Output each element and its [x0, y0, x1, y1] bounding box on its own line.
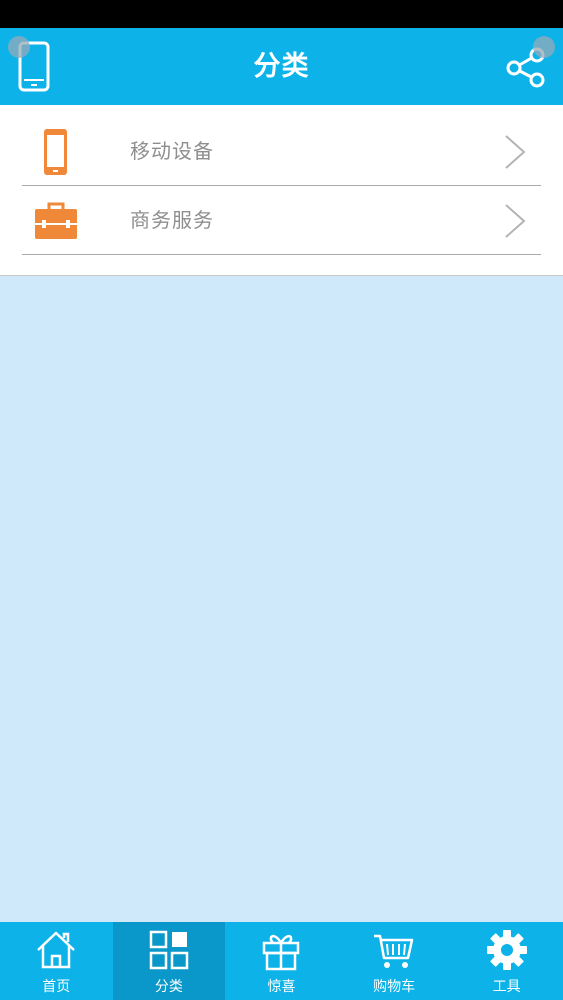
- tab-label: 分类: [154, 979, 183, 995]
- category-list: 移动设备 商务服务: [0, 105, 563, 276]
- tab-surprise[interactable]: 惊喜: [225, 922, 338, 1000]
- gift-icon: [263, 935, 300, 971]
- home-icon: [37, 931, 76, 969]
- tab-cart[interactable]: 购物车: [338, 922, 451, 1000]
- status-bar: [0, 0, 563, 28]
- chevron-right-icon: [505, 135, 526, 169]
- app-header: 分类: [0, 28, 563, 105]
- tab-category[interactable]: 分类: [112, 922, 226, 1000]
- cart-icon: [374, 934, 414, 968]
- gear-icon: [486, 930, 527, 970]
- tab-label: 首页: [42, 979, 71, 995]
- floating-dot-left: [8, 36, 30, 58]
- tab-label: 购物车: [373, 979, 416, 995]
- page-title: 分类: [253, 51, 310, 82]
- grid-icon: [149, 930, 189, 970]
- tab-tools[interactable]: 工具: [450, 922, 563, 1000]
- tab-home[interactable]: 首页: [0, 922, 113, 1000]
- tab-label: 惊喜: [267, 979, 296, 995]
- briefcase-icon: [35, 202, 77, 239]
- chevron-right-icon: [505, 204, 526, 238]
- floating-dot-right: [533, 36, 555, 58]
- category-item-mobile[interactable]: 移动设备: [22, 117, 541, 186]
- category-label: 商务服务: [130, 208, 214, 232]
- category-label: 移动设备: [130, 139, 214, 163]
- mobile-device-icon: [44, 129, 67, 175]
- category-item-business[interactable]: 商务服务: [22, 186, 541, 255]
- bottom-tab-bar: 首页 分类 惊喜 购物车 工具: [0, 922, 563, 1000]
- tab-label: 工具: [492, 979, 521, 995]
